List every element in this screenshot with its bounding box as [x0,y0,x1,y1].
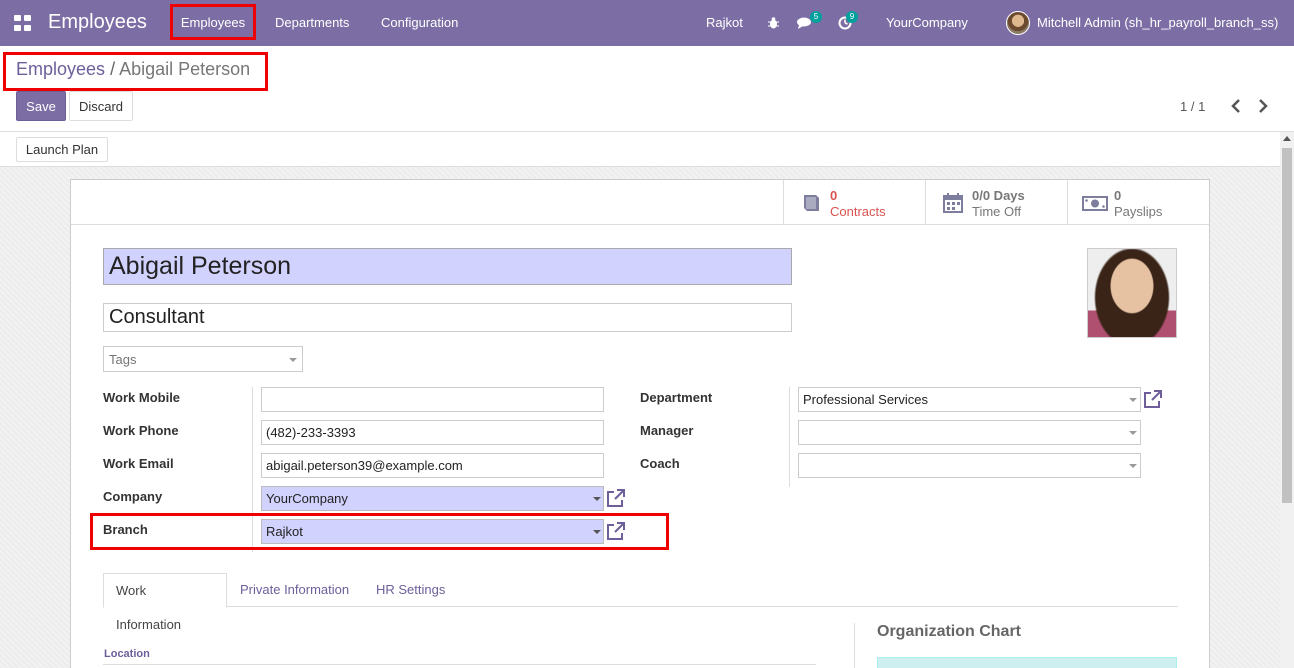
chevron-right-icon[interactable] [1256,98,1270,114]
activities-badge: 9 [846,11,858,23]
company-label: Company [103,489,163,504]
branch-highlight [90,513,669,550]
location-divider [103,664,816,665]
book-icon [804,195,819,211]
menu-configuration[interactable]: Configuration [381,0,458,46]
breadcrumb-current: Abigail Peterson [119,59,251,79]
menu-employees[interactable]: Employees [170,4,256,40]
org-chart-separator [854,623,855,668]
app-title: Employees [48,11,147,33]
scroll-thumb[interactable] [1282,148,1292,503]
discard-button[interactable]: Discard [69,91,133,121]
notebook-tabs: Work Information Private Information HR … [103,573,1178,632]
apps-menu-icon[interactable] [14,15,32,31]
work-phone-label: Work Phone [103,423,179,438]
form-sheet: 0 Contracts 0/0 Days Time Off 0 Payslips [70,179,1210,668]
org-chart-card [877,657,1177,668]
launch-plan-button[interactable]: Launch Plan [16,137,108,162]
control-panel: Employees / Abigail Peterson Save Discar… [0,46,1294,132]
payslips-label: Payslips [1114,204,1163,219]
employee-name-input[interactable] [103,248,792,285]
money-icon [1082,196,1108,211]
payslips-count: 0 [1114,188,1122,203]
time-off-label: Time Off [972,204,1022,219]
contracts-label: Contracts [830,204,886,219]
company-dropdown-caret-icon[interactable] [593,497,601,501]
company-select[interactable] [261,486,604,511]
department-dropdown-caret-icon[interactable] [1129,398,1137,402]
calendar-icon [943,193,963,213]
breadcrumb-employees-link[interactable]: Employees [16,59,105,79]
scroll-up-arrow-icon[interactable] [1283,136,1291,141]
tags-input[interactable] [103,346,303,372]
time-off-value: 0/0 Days [972,188,1025,203]
work-mobile-input[interactable] [261,387,604,412]
coach-label: Coach [640,456,680,471]
company-switcher[interactable]: YourCompany [886,0,968,46]
employee-photo[interactable] [1087,248,1177,338]
tab-hr-settings[interactable]: HR Settings [364,573,457,607]
pager-value[interactable]: 1 / 1 [1180,99,1205,114]
payslips-smart-button[interactable]: 0 Payslips [1067,180,1209,224]
divider [71,224,1209,225]
job-title-input[interactable] [103,303,792,332]
scrollbar[interactable] [1280,132,1294,668]
smart-button-box: 0 Contracts 0/0 Days Time Off 0 Payslips [783,180,1210,224]
department-external-link-icon[interactable] [1143,390,1162,409]
manager-label: Manager [640,423,694,438]
work-email-label: Work Email [103,456,174,471]
top-navbar: Employees Employees Departments Configur… [0,0,1294,46]
time-off-smart-button[interactable]: 0/0 Days Time Off [925,180,1067,224]
work-phone-input[interactable] [261,420,604,445]
user-menu[interactable]: Mitchell Admin (sh_hr_payroll_branch_ss) [1037,0,1278,46]
status-bar: Launch Plan [0,132,1280,167]
coach-dropdown-caret-icon[interactable] [1129,464,1137,468]
location-section-label: Location [104,648,150,660]
chevron-left-icon[interactable] [1229,98,1243,114]
work-mobile-label: Work Mobile [103,390,181,405]
menu-departments[interactable]: Departments [275,0,349,46]
coach-select[interactable] [798,453,1141,478]
contracts-smart-button[interactable]: 0 Contracts [783,180,925,224]
manager-select[interactable] [798,420,1141,445]
org-chart-title: Organization Chart [877,623,1022,640]
save-button[interactable]: Save [16,91,66,121]
breadcrumb-separator: / [110,59,116,79]
department-label: Department [640,390,713,405]
contracts-count: 0 [830,188,838,203]
bug-icon[interactable] [768,17,779,29]
manager-dropdown-caret-icon[interactable] [1129,431,1137,435]
company-external-link-icon[interactable] [606,489,625,508]
branch-switcher[interactable]: Rajkot [706,0,743,46]
tags-dropdown-caret-icon[interactable] [289,358,297,362]
breadcrumb: Employees / Abigail Peterson [16,59,250,80]
department-select[interactable] [798,387,1141,412]
field-separator [789,387,790,487]
work-email-input[interactable] [261,453,604,478]
messages-badge: 5 [810,11,822,23]
tab-private-information[interactable]: Private Information [228,573,361,607]
user-avatar[interactable] [1006,11,1030,35]
tab-work-information[interactable]: Work Information [103,573,227,632]
